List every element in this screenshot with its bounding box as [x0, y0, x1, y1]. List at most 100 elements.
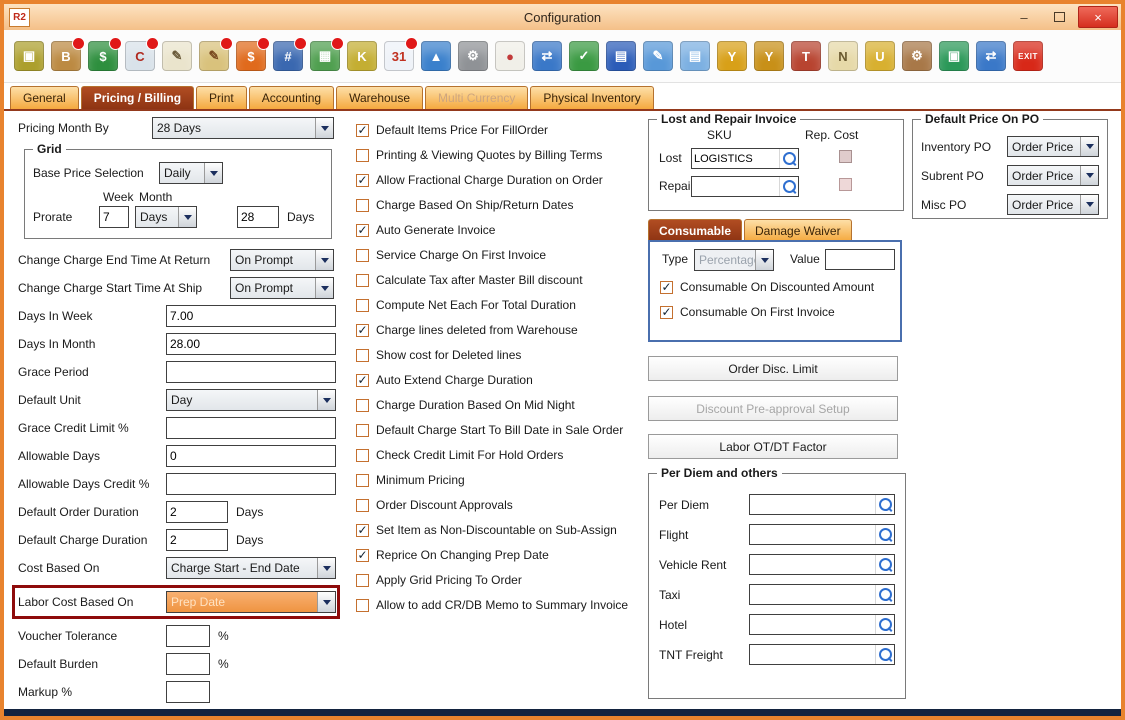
labor-cost-based-on-select[interactable]: Prep Date [166, 591, 336, 613]
search-input[interactable] [750, 555, 875, 574]
repair-rep-cost-checkbox[interactable] [839, 178, 852, 191]
checkbox[interactable] [356, 199, 369, 212]
checkbox[interactable]: ✓ [356, 374, 369, 387]
option-default-items-price-for-fillorder[interactable]: ✓Default Items Price For FillOrder [356, 123, 648, 137]
checkbox[interactable]: ✓ [356, 224, 369, 237]
tab-pricing-billing[interactable]: Pricing / Billing [81, 86, 194, 109]
flight-field[interactable] [749, 524, 895, 545]
doc-copy-icon[interactable]: ▤ [680, 41, 710, 71]
dropdown-arrow-icon[interactable] [315, 118, 333, 138]
search-icon[interactable] [875, 525, 894, 544]
search-icon[interactable] [875, 495, 894, 514]
keypad-icon[interactable]: ▤ [606, 41, 636, 71]
charge-end-time-select[interactable]: On Prompt [230, 249, 334, 271]
tab-warehouse[interactable]: Warehouse [336, 86, 423, 109]
titlebar[interactable]: R2 Configuration – × [4, 4, 1121, 30]
package-config-icon[interactable]: ⚙ [902, 41, 932, 71]
option-allow-to-add-cr-db-memo-to-summary-invoice[interactable]: Allow to add CR/DB Memo to Summary Invoi… [356, 598, 648, 612]
checkbox[interactable]: ✓ [356, 549, 369, 562]
price-doc-icon[interactable]: $ [236, 41, 266, 71]
tab-print[interactable]: Print [196, 86, 247, 109]
checkbox[interactable] [356, 349, 369, 362]
option-default-charge-start-to-bill-date-in-sale-order[interactable]: Default Charge Start To Bill Date in Sal… [356, 423, 648, 437]
checkbox[interactable] [356, 474, 369, 487]
option-printing-viewing-quotes-by-billing-terms[interactable]: Printing & Viewing Quotes by Billing Ter… [356, 148, 648, 162]
checkbox[interactable]: ✓ [356, 124, 369, 137]
misc-po-select[interactable]: Order Price [1007, 194, 1099, 215]
option-auto-extend-charge-duration[interactable]: ✓Auto Extend Charge Duration [356, 373, 648, 387]
monitor-icon[interactable]: ▣ [939, 41, 969, 71]
notepad-icon[interactable]: N [828, 41, 858, 71]
labor-ot-dt-factor-button[interactable]: Labor OT/DT Factor [648, 434, 898, 459]
days-in-week-input[interactable] [166, 305, 336, 327]
dropdown-arrow-icon[interactable] [317, 558, 335, 578]
voucher-tolerance-input[interactable] [166, 625, 210, 647]
markup-input[interactable] [166, 681, 210, 703]
search-icon[interactable] [779, 149, 798, 168]
search-input[interactable] [692, 177, 779, 196]
checkbox[interactable] [356, 149, 369, 162]
option-charge-duration-based-on-mid-night[interactable]: Charge Duration Based On Mid Night [356, 398, 648, 412]
dropdown-arrow-icon[interactable] [1080, 166, 1098, 185]
edit-note-icon[interactable]: ✎ [162, 41, 192, 71]
search-icon[interactable] [779, 177, 798, 196]
checkbox[interactable] [356, 449, 369, 462]
doc-edit-icon[interactable]: ✎ [643, 41, 673, 71]
sync-icon[interactable]: ⇄ [532, 41, 562, 71]
search-icon[interactable] [875, 585, 894, 604]
option-order-discount-approvals[interactable]: Order Discount Approvals [356, 498, 648, 512]
search-input[interactable] [750, 615, 875, 634]
filter-export-icon[interactable]: Y [754, 41, 784, 71]
gears-icon[interactable]: ⚙ [458, 41, 488, 71]
checkbox[interactable]: ✓ [356, 524, 369, 537]
checkbox[interactable]: ✓ [660, 281, 673, 294]
vehicle-rent-field[interactable] [749, 554, 895, 575]
dropdown-arrow-icon[interactable] [315, 278, 333, 298]
cost-based-on-select[interactable]: Charge Start - End Date [166, 557, 336, 579]
option-auto-generate-invoice[interactable]: ✓Auto Generate Invoice [356, 223, 648, 237]
allowable-days-credit-input[interactable] [166, 473, 336, 495]
option-service-charge-on-first-invoice[interactable]: Service Charge On First Invoice [356, 248, 648, 262]
filter-icon[interactable]: Y [717, 41, 747, 71]
minimize-button[interactable]: – [1008, 7, 1040, 27]
dropdown-arrow-icon[interactable] [204, 163, 222, 183]
pricing-month-by-select[interactable]: 28 Days [152, 117, 334, 139]
search-input[interactable] [750, 645, 875, 664]
repair-sku-field[interactable] [691, 176, 799, 197]
option-allow-fractional-charge-duration-on-order[interactable]: ✓Allow Fractional Charge Duration on Ord… [356, 173, 648, 187]
grace-period-input[interactable] [166, 361, 336, 383]
days-in-month-input[interactable] [166, 333, 336, 355]
search-icon[interactable] [875, 555, 894, 574]
checkbox[interactable] [356, 599, 369, 612]
checkbox[interactable] [356, 499, 369, 512]
allowable-days-input[interactable] [166, 445, 336, 467]
consumable-type-select[interactable]: Percentage [694, 249, 774, 271]
maximize-button[interactable] [1043, 7, 1075, 27]
lost-sku-field[interactable] [691, 148, 799, 169]
prorate-days-input[interactable] [237, 206, 279, 228]
subrent-po-select[interactable]: Order Price [1007, 165, 1099, 186]
hotel-field[interactable] [749, 614, 895, 635]
user-icon[interactable]: U [865, 41, 895, 71]
checkbox[interactable]: ✓ [356, 324, 369, 337]
close-button[interactable]: × [1078, 6, 1118, 28]
checkbox[interactable]: ✓ [660, 306, 673, 319]
default-burden-input[interactable] [166, 653, 210, 675]
dropdown-arrow-icon[interactable] [315, 250, 333, 270]
option-show-cost-for-deleted-lines[interactable]: Show cost for Deleted lines [356, 348, 648, 362]
option-compute-net-each-for-total-duration[interactable]: Compute Net Each For Total Duration [356, 298, 648, 312]
checkbox[interactable] [356, 274, 369, 287]
option-check-credit-limit-for-hold-orders[interactable]: Check Credit Limit For Hold Orders [356, 448, 648, 462]
order-disc-limit-button[interactable]: Order Disc. Limit [648, 356, 898, 381]
option-charge-lines-deleted-from-warehouse[interactable]: ✓Charge lines deleted from Warehouse [356, 323, 648, 337]
grapes-icon[interactable]: ● [495, 41, 525, 71]
dropdown-arrow-icon[interactable] [178, 207, 196, 227]
option-minimum-pricing[interactable]: Minimum Pricing [356, 473, 648, 487]
charge-start-time-select[interactable]: On Prompt [230, 277, 334, 299]
rate-table-icon[interactable]: # [273, 41, 303, 71]
grace-credit-limit-input[interactable] [166, 417, 336, 439]
checkbox[interactable] [356, 574, 369, 587]
default-charge-duration-input[interactable] [166, 529, 228, 551]
dropdown-arrow-icon[interactable] [755, 250, 773, 270]
cash-icon[interactable]: $ [88, 41, 118, 71]
